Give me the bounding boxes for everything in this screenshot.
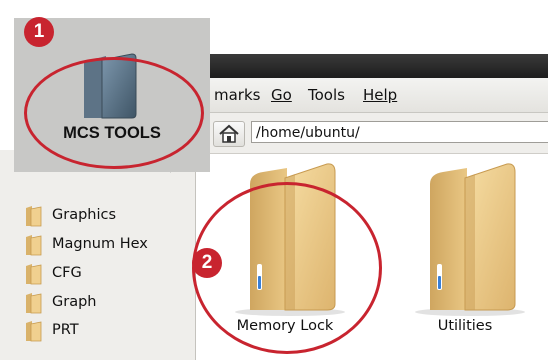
home-icon <box>219 124 239 143</box>
folder-icon <box>415 163 525 316</box>
sidebar-item-label: Graphics <box>52 207 117 223</box>
step-badge-1: 1 <box>24 17 54 47</box>
sidebar-item-label: Magnum Hex <box>52 236 148 252</box>
folder-icon <box>26 206 42 227</box>
places-sidebar: Places ▼ Graphics Magnum Hex CFG Graph <box>0 150 196 360</box>
home-button[interactable] <box>213 121 245 147</box>
menu-bar: marks Go Tools Help <box>205 78 548 113</box>
folder-icon <box>26 264 42 285</box>
menu-tools[interactable]: Tools <box>308 86 345 104</box>
sidebar-item-label: PRT <box>52 322 79 338</box>
folder-utilities[interactable]: Utilities <box>395 154 535 334</box>
highlight-ring-1 <box>24 57 204 169</box>
menu-help[interactable]: Help <box>363 86 397 104</box>
folder-label: Utilities <box>437 318 493 334</box>
menu-bookmarks[interactable]: marks <box>214 86 260 104</box>
folder-icon <box>26 293 42 314</box>
folder-icon <box>26 321 42 342</box>
location-path-field[interactable]: /home/ubuntu/ <box>251 121 548 143</box>
sidebar-item-label: Graph <box>52 294 97 310</box>
menu-go[interactable]: Go <box>271 86 292 104</box>
location-bar: /home/ubuntu/ <box>205 113 548 154</box>
folder-icon <box>26 235 42 256</box>
window-titlebar <box>205 54 548 78</box>
sidebar-item-label: CFG <box>52 265 82 281</box>
step-badge-2: 2 <box>192 248 222 278</box>
